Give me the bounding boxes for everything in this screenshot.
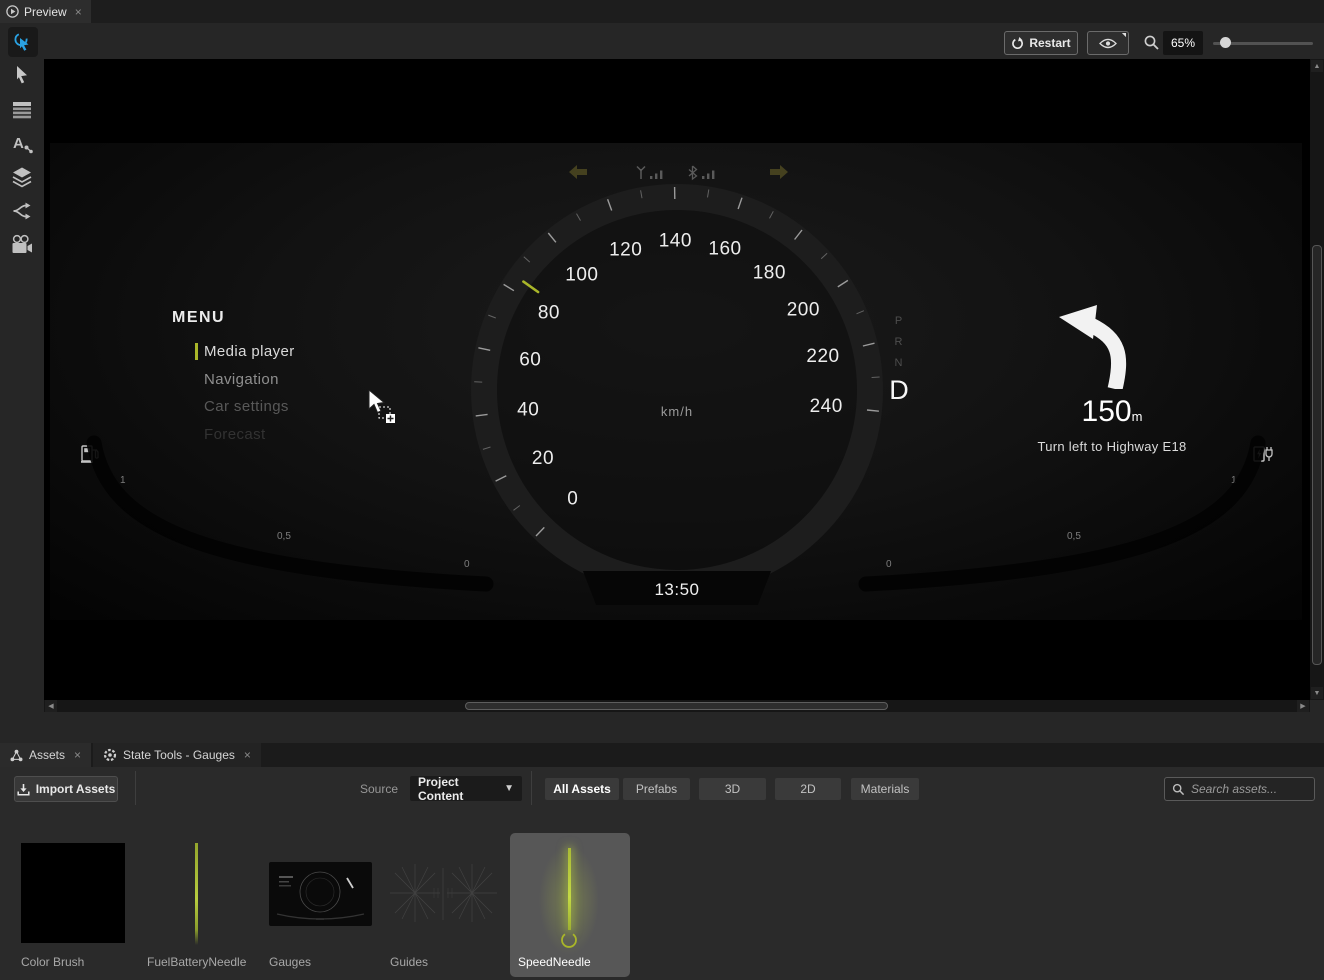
assets-icon: [10, 749, 23, 762]
zoom-slider-knob[interactable]: [1220, 37, 1231, 48]
search-assets-box[interactable]: [1164, 777, 1315, 801]
filter-materials[interactable]: Materials: [851, 778, 919, 800]
filter-all-assets[interactable]: All Assets: [545, 778, 619, 800]
toolbar-separator: [531, 771, 532, 805]
asset-label: FuelBatteryNeedle: [147, 955, 246, 969]
visibility-button[interactable]: [1087, 31, 1129, 55]
pointer-tool-icon[interactable]: [10, 63, 34, 87]
tab-state-tools-label: State Tools - Gauges: [123, 748, 235, 762]
asset-thumbnail-color-brush[interactable]: [21, 843, 125, 943]
interact-cursor-icon: [13, 32, 33, 52]
left-tool-column: A: [0, 59, 44, 735]
application-window: Preview × Restart: [0, 0, 1324, 980]
zoom-percentage-field[interactable]: 65%: [1163, 31, 1203, 55]
dock-tab-bar: Assets × State Tools - Gauges ×: [0, 743, 1324, 767]
table-tool-icon[interactable]: [10, 97, 34, 121]
scroll-right-icon[interactable]: ▶: [1297, 700, 1309, 712]
asset-label: SpeedNeedle: [518, 955, 591, 969]
filter-3d[interactable]: 3D: [699, 778, 766, 800]
preview-toolbar: Restart 65%: [0, 23, 1324, 59]
flyout-corner-mark: [1119, 33, 1126, 40]
horizontal-scrollbar[interactable]: ◀ ▶: [44, 700, 1310, 712]
asset-label: Color Brush: [21, 955, 84, 969]
camera-tool-icon[interactable]: [10, 233, 34, 257]
vertical-scrollbar[interactable]: ▲ ▼: [1310, 59, 1324, 700]
side-gauge-arcs: [50, 143, 1302, 620]
close-icon[interactable]: ×: [75, 6, 82, 18]
layers-tool-icon[interactable]: [10, 165, 34, 189]
top-tab-bar: Preview ×: [0, 0, 1324, 23]
asset-thumbnail-gauges[interactable]: [269, 862, 372, 926]
cluster-clock: 13:50: [627, 580, 727, 600]
asset-thumbnail-guides[interactable]: [390, 858, 497, 930]
magnifier-icon: [1143, 34, 1160, 51]
eye-icon: [1099, 38, 1117, 49]
toolbar-separator: [135, 771, 136, 805]
connections-tool-icon[interactable]: [10, 199, 34, 223]
tab-assets[interactable]: Assets ×: [0, 743, 91, 767]
interact-tool-button[interactable]: [8, 27, 38, 57]
scroll-up-icon[interactable]: ▲: [1311, 60, 1323, 72]
filter-2d[interactable]: 2D: [775, 778, 841, 800]
asset-label: Guides: [390, 955, 428, 969]
needle-hub-icon: [560, 931, 578, 949]
scroll-down-icon[interactable]: ▼: [1311, 687, 1323, 699]
search-assets-input[interactable]: [1191, 782, 1307, 796]
play-icon: [6, 5, 19, 18]
chevron-down-icon: ▼: [504, 783, 514, 794]
restart-button[interactable]: Restart: [1004, 31, 1078, 55]
assets-panel-body: Import Assets Source Project Content ▼ A…: [0, 767, 1324, 980]
svg-text:A: A: [13, 135, 24, 152]
vertical-scrollbar-thumb[interactable]: [1312, 245, 1322, 665]
tab-state-tools-gauges[interactable]: State Tools - Gauges ×: [93, 743, 261, 767]
text-binding-tool-icon[interactable]: A: [10, 131, 34, 155]
tab-preview[interactable]: Preview ×: [0, 0, 91, 23]
horizontal-scrollbar-thumb[interactable]: [465, 702, 888, 710]
scroll-left-icon[interactable]: ◀: [45, 700, 57, 712]
source-dropdown-value: Project Content: [418, 775, 504, 803]
import-assets-button[interactable]: Import Assets: [14, 776, 118, 802]
state-tools-icon: [103, 748, 117, 762]
instrument-cluster: MENU Media player Navigation Car setting…: [50, 143, 1302, 620]
close-icon[interactable]: ×: [74, 749, 81, 761]
close-icon[interactable]: ×: [244, 749, 251, 761]
bottom-dock: Assets × State Tools - Gauges × Import: [0, 712, 1324, 980]
needle-graphic: [568, 848, 571, 930]
import-download-icon: [17, 783, 30, 796]
restart-label: Restart: [1029, 36, 1070, 50]
search-icon: [1172, 783, 1185, 796]
asset-thumbnail-fuelbatteryneedle[interactable]: [195, 843, 198, 945]
filter-prefabs[interactable]: Prefabs: [623, 778, 690, 800]
restart-icon: [1011, 37, 1024, 50]
import-assets-label: Import Assets: [36, 782, 116, 796]
asset-thumbnail-speedneedle-selected[interactable]: SpeedNeedle: [510, 833, 630, 977]
tab-assets-label: Assets: [29, 748, 65, 762]
preview-canvas[interactable]: MENU Media player Navigation Car setting…: [44, 59, 1310, 700]
source-label: Source: [360, 782, 398, 796]
tab-preview-label: Preview: [24, 5, 67, 19]
drag-drop-cursor-icon: [368, 390, 398, 424]
asset-label: Gauges: [269, 955, 311, 969]
source-dropdown[interactable]: Project Content ▼: [410, 776, 522, 801]
